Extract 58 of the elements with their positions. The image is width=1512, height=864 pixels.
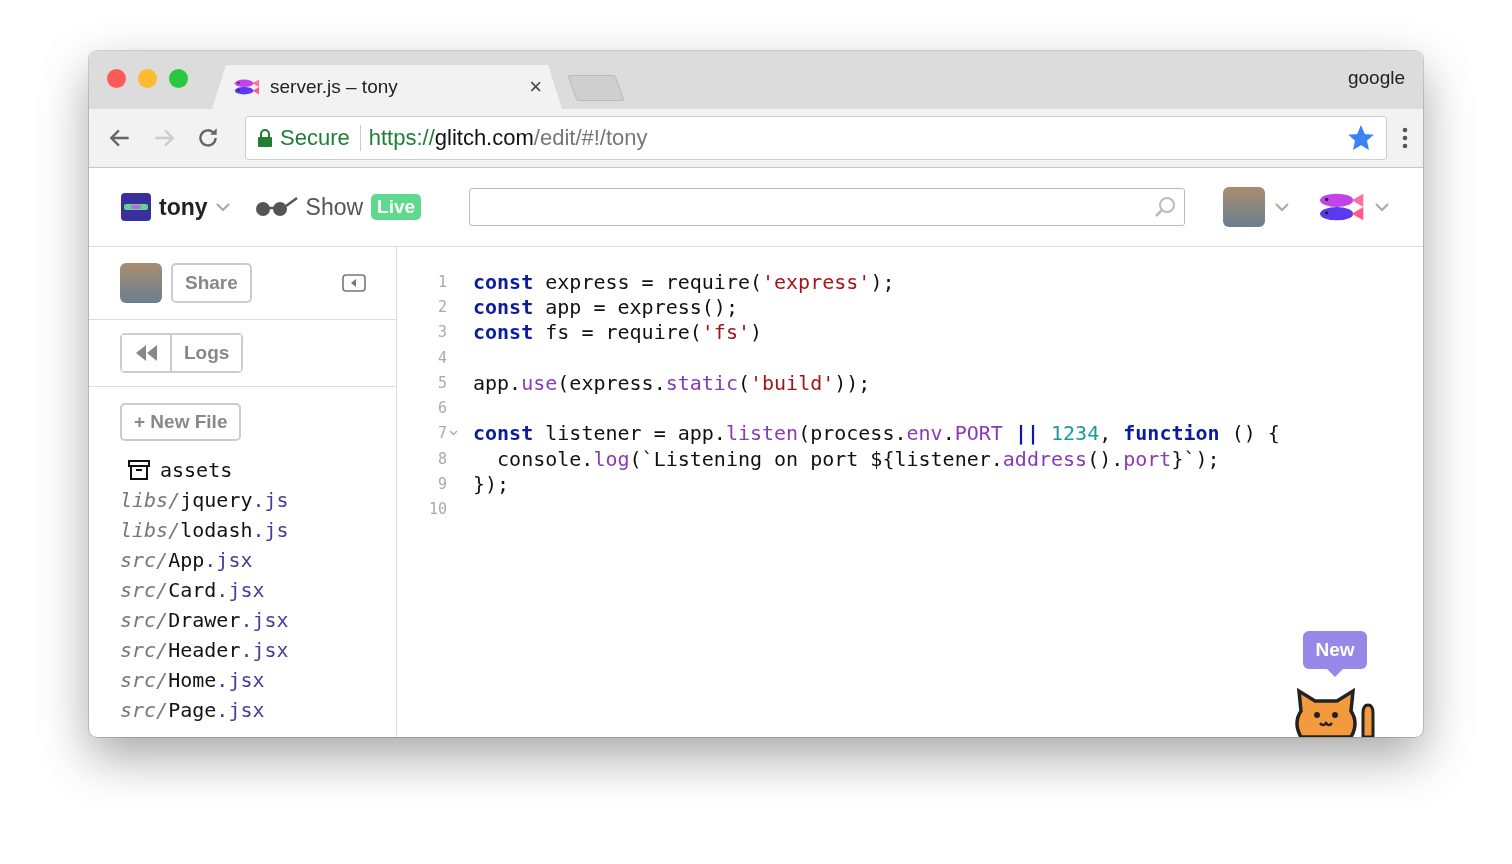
new-file-button[interactable]: + New File (120, 403, 242, 441)
tab-title: server.js – tony (270, 76, 399, 98)
chevron-down-icon (215, 202, 230, 212)
code-line: const app = express(); (473, 294, 738, 319)
secure-label: Secure (280, 125, 361, 151)
logs-button[interactable]: Logs (170, 335, 242, 371)
code-line: }); (473, 472, 510, 496)
line-number: 5 (436, 373, 447, 392)
close-window-button[interactable] (107, 68, 126, 88)
project-logo-icon (121, 193, 151, 221)
share-button[interactable]: Share (171, 263, 252, 303)
rewind-icon (134, 345, 158, 361)
code-line: console.log(`Listening on port ${listener.address().port}`); (496, 446, 1220, 471)
chevron-down-icon (1275, 202, 1290, 212)
line-number: 2 (436, 297, 447, 316)
menu-icon[interactable] (1401, 126, 1409, 150)
search-field[interactable] (469, 188, 1186, 226)
file-item[interactable]: src/App.jsx (120, 545, 253, 575)
url-text: https://glitch.com/edit/#!/tony (368, 125, 649, 151)
file-item[interactable]: src/Header.jsx (120, 635, 289, 665)
glasses-icon (253, 196, 298, 218)
line-number: 3 (436, 323, 447, 342)
file-item[interactable]: src/Page.jsx (120, 695, 265, 725)
folder-item[interactable]: assets (120, 455, 233, 485)
code-line: const listener = app.listen(process.env.PORT || 1234, function () { (473, 421, 1280, 446)
show-button[interactable]: Show Live (253, 193, 422, 221)
line-number: 1 (436, 272, 447, 291)
browser-tab[interactable]: server.js – tony × (212, 65, 562, 109)
user-menu[interactable] (1223, 187, 1290, 227)
line-number: 9 (436, 475, 447, 493)
line-number: 8 (436, 449, 447, 468)
fold-chevron-icon[interactable] (449, 430, 458, 437)
profile-name[interactable]: google (1347, 67, 1405, 89)
address-bar[interactable]: Secure https://glitch.com/edit/#!/tony (245, 116, 1387, 160)
line-number: 4 (436, 348, 447, 367)
line-number: 6 (436, 399, 447, 418)
file-item[interactable]: libs/jquery.js (120, 485, 289, 515)
tab-close-button[interactable]: × (525, 74, 546, 100)
code-line: const fs = require('fs') (473, 320, 762, 345)
avatar-placeholder (1223, 187, 1266, 227)
file-item[interactable]: src/Card.jsx (120, 575, 265, 605)
fish-logo-icon (232, 77, 260, 97)
file-item[interactable]: src/Home.jsx (120, 665, 265, 695)
line-number: 7 (436, 424, 447, 443)
line-number: 10 (427, 500, 447, 519)
file-item[interactable]: src/Drawer.jsx (120, 605, 289, 635)
code-line: app.use(express.static('build')); (473, 370, 871, 395)
lock-icon (258, 129, 272, 147)
project-menu[interactable]: tony (121, 193, 230, 221)
chevron-down-icon (1375, 202, 1390, 212)
code-line: const express = require('express'); (473, 269, 895, 294)
archive-box-icon (128, 460, 150, 480)
star-icon[interactable] (1348, 125, 1374, 151)
avatar-placeholder (120, 263, 162, 303)
search-icon (1154, 196, 1177, 218)
live-badge: Live (371, 194, 422, 220)
collapse-sidebar-button[interactable] (342, 274, 366, 292)
file-item[interactable]: libs/lodash.js (120, 515, 289, 545)
